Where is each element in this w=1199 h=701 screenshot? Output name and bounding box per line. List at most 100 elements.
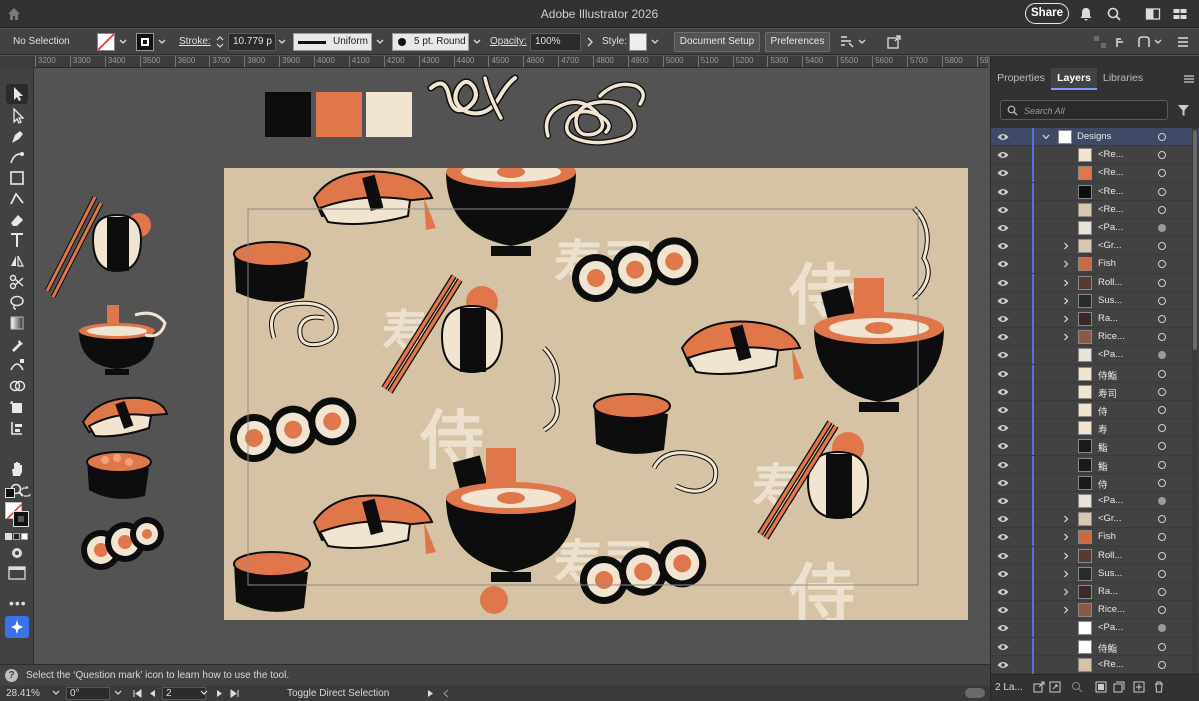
arrange-documents-icon[interactable] bbox=[1172, 6, 1188, 22]
visibility-eye-icon[interactable] bbox=[997, 587, 1009, 597]
rotation-field[interactable]: 0° bbox=[66, 687, 110, 700]
graphic-style-swatch[interactable] bbox=[629, 33, 647, 51]
target-circle-icon[interactable] bbox=[1158, 642, 1166, 651]
scroll-thumb[interactable] bbox=[1193, 130, 1197, 350]
horizontal-ruler[interactable]: 3200 3300 3400 3500 3600 3700 3800 3900 4000 4100… bbox=[34, 56, 988, 68]
visibility-eye-icon[interactable] bbox=[997, 496, 1009, 506]
target-circle-icon[interactable] bbox=[1158, 133, 1166, 141]
chevron-down-icon[interactable] bbox=[157, 35, 167, 49]
layer-row[interactable]: 寿 bbox=[991, 419, 1199, 438]
chevron-right-icon[interactable] bbox=[1062, 605, 1070, 615]
chevron-right-icon[interactable] bbox=[1062, 587, 1070, 597]
chevron-right-icon[interactable] bbox=[1062, 241, 1070, 251]
brush-definition[interactable]: 5 pt. Round bbox=[392, 33, 469, 51]
generative-tool-icon[interactable] bbox=[5, 616, 29, 638]
gunkan-roe-artwork[interactable] bbox=[83, 446, 155, 502]
target-circle-icon[interactable] bbox=[1158, 569, 1166, 578]
visibility-eye-icon[interactable] bbox=[997, 369, 1009, 379]
chevron-right-icon[interactable] bbox=[1062, 514, 1070, 524]
layer-row[interactable]: Sus... bbox=[991, 291, 1199, 310]
target-circle-icon[interactable] bbox=[1158, 205, 1166, 214]
layer-row[interactable]: 侍鮨 bbox=[991, 364, 1199, 383]
default-colors-icon[interactable] bbox=[5, 488, 15, 498]
layer-row[interactable]: Roll... bbox=[991, 546, 1199, 565]
more-tools-icon[interactable]: ••• bbox=[9, 595, 27, 611]
tab-layers[interactable]: Layers bbox=[1051, 68, 1097, 90]
new-sublayer-icon[interactable] bbox=[1113, 681, 1125, 693]
scroll-left-icon[interactable] bbox=[442, 689, 450, 698]
workspace-icon[interactable] bbox=[1145, 6, 1161, 22]
layer-row[interactable]: Fish bbox=[991, 255, 1199, 274]
color-swatch-orange[interactable] bbox=[316, 92, 362, 137]
hand-tool[interactable] bbox=[6, 459, 28, 479]
layer-name[interactable]: Ra... bbox=[1098, 586, 1140, 597]
chevron-right-icon[interactable] bbox=[1062, 296, 1070, 306]
constrain-icon[interactable] bbox=[1115, 35, 1129, 49]
curvature-tool[interactable] bbox=[6, 148, 28, 168]
target-circle-icon[interactable] bbox=[1158, 351, 1166, 360]
target-circle-icon[interactable] bbox=[1158, 242, 1166, 251]
pen-tool[interactable] bbox=[6, 127, 28, 147]
target-circle-icon[interactable] bbox=[1158, 533, 1166, 542]
stroke-weight-field[interactable]: 10.779 p bbox=[228, 33, 276, 51]
eraser-tool[interactable] bbox=[6, 210, 28, 230]
scissors-tool[interactable] bbox=[6, 272, 28, 292]
visibility-eye-icon[interactable] bbox=[997, 532, 1009, 542]
target-circle-icon[interactable] bbox=[1158, 387, 1166, 396]
layer-row[interactable]: Sus... bbox=[991, 564, 1199, 583]
layer-row[interactable]: Roll... bbox=[991, 273, 1199, 292]
visibility-eye-icon[interactable] bbox=[997, 605, 1009, 615]
layer-name[interactable]: Fish bbox=[1098, 531, 1140, 542]
chevron-right-icon[interactable] bbox=[1062, 551, 1070, 561]
target-circle-icon[interactable] bbox=[1158, 551, 1166, 560]
export-icon[interactable] bbox=[1033, 681, 1045, 693]
shape-builder-tool[interactable] bbox=[6, 376, 28, 396]
visibility-eye-icon[interactable] bbox=[997, 205, 1009, 215]
layer-row[interactable]: <Pa... bbox=[991, 492, 1199, 511]
layer-name[interactable]: 侍鮨 bbox=[1098, 368, 1140, 382]
shrimp-nigiri-artwork[interactable] bbox=[79, 384, 171, 440]
noodle-artwork[interactable] bbox=[427, 68, 527, 143]
target-circle-icon[interactable] bbox=[1158, 187, 1166, 196]
ramen-bowl-artwork[interactable] bbox=[75, 303, 170, 378]
share-button[interactable]: Share bbox=[1025, 3, 1069, 24]
layer-search-input[interactable]: Search All bbox=[1000, 100, 1168, 120]
layer-name[interactable]: <Re... bbox=[1098, 167, 1140, 178]
lasso-tool[interactable] bbox=[6, 292, 28, 312]
color-swatch-black[interactable] bbox=[265, 92, 311, 137]
target-circle-icon[interactable] bbox=[1158, 515, 1166, 524]
layer-row[interactable]: 侍 bbox=[991, 401, 1199, 420]
color-mode-icon[interactable] bbox=[5, 533, 12, 540]
target-circle-icon[interactable] bbox=[1158, 296, 1166, 305]
bell-icon[interactable] bbox=[1078, 6, 1094, 22]
selection-tool[interactable] bbox=[6, 84, 28, 104]
stroke-label[interactable]: Stroke: bbox=[179, 34, 211, 50]
chevron-down-icon[interactable] bbox=[1153, 35, 1163, 49]
chevron-right-icon[interactable] bbox=[1062, 332, 1070, 342]
next-artboard-icon[interactable] bbox=[216, 689, 224, 698]
visibility-eye-icon[interactable] bbox=[997, 441, 1009, 451]
visibility-eye-icon[interactable] bbox=[997, 478, 1009, 488]
layer-name[interactable]: Ra... bbox=[1098, 313, 1140, 324]
visibility-eye-icon[interactable] bbox=[997, 278, 1009, 288]
layer-row[interactable]: <Pa... bbox=[991, 619, 1199, 638]
layer-row[interactable]: Ra... bbox=[991, 583, 1199, 602]
menu-icon[interactable] bbox=[1176, 35, 1190, 49]
layer-name[interactable]: <Pa... bbox=[1098, 222, 1140, 233]
target-circle-icon[interactable] bbox=[1158, 406, 1166, 414]
target-circle-icon[interactable] bbox=[1158, 497, 1166, 505]
layer-row[interactable]: <Gr... bbox=[991, 237, 1199, 256]
layer-name[interactable]: <Gr... bbox=[1098, 240, 1140, 251]
transform-icon[interactable] bbox=[886, 34, 902, 50]
anchor-icon[interactable] bbox=[1137, 35, 1151, 49]
eyedropper-tool[interactable] bbox=[6, 334, 28, 354]
sushi-pattern-artwork[interactable] bbox=[224, 168, 968, 620]
visibility-eye-icon[interactable] bbox=[997, 314, 1009, 324]
chevron-right-icon[interactable] bbox=[585, 35, 595, 49]
target-circle-icon[interactable] bbox=[1158, 333, 1166, 342]
layer-name[interactable]: Sus... bbox=[1098, 568, 1140, 579]
horizontal-scroll-thumb[interactable] bbox=[965, 688, 985, 698]
layers-scrollbar[interactable] bbox=[1192, 128, 1198, 674]
chevron-right-icon[interactable] bbox=[1062, 532, 1070, 542]
layer-row-designs[interactable]: Designs bbox=[991, 128, 1199, 147]
